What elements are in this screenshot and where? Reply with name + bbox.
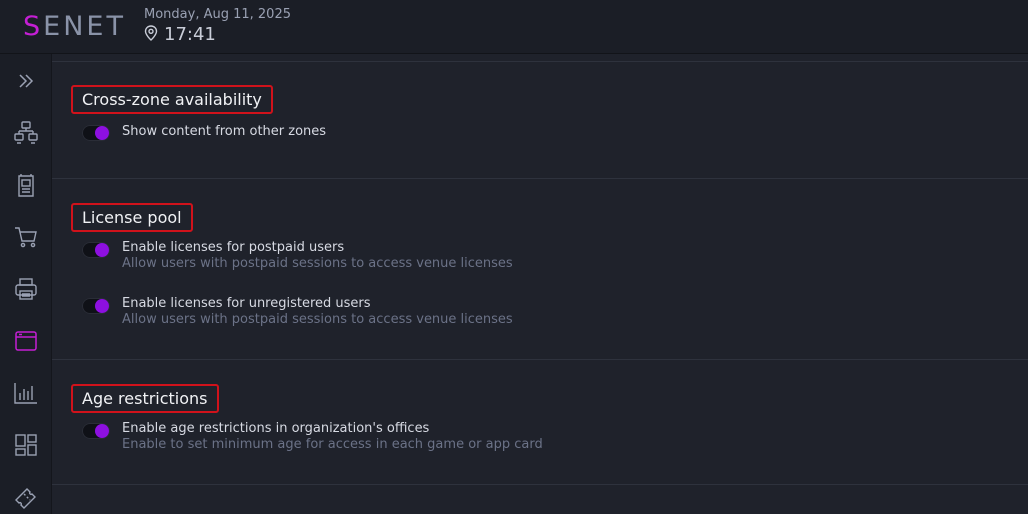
top-bar: SENET Monday, Aug 11, 2025 17:41	[0, 0, 1028, 54]
toggle-knob	[95, 424, 109, 438]
settings-panel: Cross-zone availability Show content fro…	[52, 54, 1028, 514]
license-pool-section-title: License pool	[71, 203, 193, 232]
ticket-icon[interactable]	[13, 484, 39, 510]
cart-icon[interactable]	[13, 224, 39, 250]
vending-machine-icon[interactable]	[13, 172, 39, 198]
unregistered-licenses-description: Allow users with postpaid sessions to ac…	[122, 312, 513, 327]
age-restrictions-description: Enable to set minimum age for access in …	[122, 437, 543, 452]
cross-zone-section-title: Cross-zone availability	[71, 85, 273, 114]
postpaid-licenses-description: Allow users with postpaid sessions to ac…	[122, 256, 513, 271]
toggle-knob	[95, 126, 109, 140]
dashboard-grid-icon[interactable]	[13, 432, 39, 458]
unregistered-licenses-toggle[interactable]	[82, 298, 110, 314]
show-other-zones-label: Show content from other zones	[122, 124, 327, 139]
show-other-zones-toggle[interactable]	[82, 125, 110, 141]
expand-chevrons-icon[interactable]	[13, 68, 39, 94]
sidebar	[0, 54, 52, 514]
toggle-knob	[95, 299, 109, 313]
bar-chart-icon[interactable]	[13, 380, 39, 406]
current-time: 17:41	[164, 24, 216, 45]
browser-window-icon[interactable]	[13, 328, 39, 354]
section-divider	[52, 484, 1028, 485]
toggle-knob	[95, 243, 109, 257]
section-divider	[52, 178, 1028, 179]
printer-icon[interactable]	[13, 276, 39, 302]
postpaid-licenses-label: Enable licenses for postpaid users	[122, 240, 345, 255]
age-restrictions-toggle[interactable]	[82, 423, 110, 439]
age-restrictions-section-title: Age restrictions	[71, 384, 219, 413]
current-date: Monday, Aug 11, 2025	[144, 7, 291, 22]
section-divider	[52, 359, 1028, 360]
senet-logo[interactable]: SENET	[23, 11, 126, 43]
location-pin-icon	[144, 24, 158, 45]
age-restrictions-label: Enable age restrictions in organization'…	[122, 421, 430, 436]
unregistered-licenses-label: Enable licenses for unregistered users	[122, 296, 371, 311]
network-icon[interactable]	[13, 120, 39, 146]
time-display: 17:41	[144, 24, 216, 45]
top-divider	[52, 61, 1028, 62]
postpaid-licenses-toggle[interactable]	[82, 242, 110, 258]
